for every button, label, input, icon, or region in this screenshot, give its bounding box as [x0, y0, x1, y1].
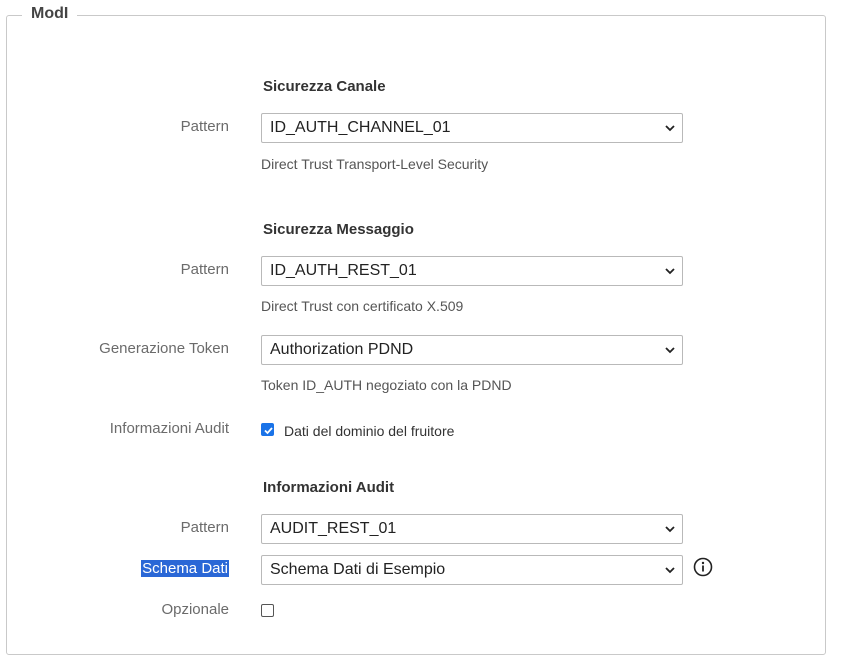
audit-info-label: Informazioni Audit [109, 420, 229, 437]
message-pattern-select[interactable]: ID_AUTH_REST_01 [261, 256, 683, 286]
section-title-message: Sicurezza Messaggio [263, 221, 414, 238]
token-generation-help: Token ID_AUTH negoziato con la PDND [261, 377, 512, 393]
audit-data-checkbox[interactable] [261, 423, 274, 436]
optional-label: Opzionale [161, 601, 229, 618]
chevron-down-icon [665, 526, 675, 533]
schema-data-select[interactable]: Schema Dati di Esempio [261, 555, 683, 585]
token-generation-select[interactable]: Authorization PDND [261, 335, 683, 365]
chevron-down-icon [665, 268, 675, 275]
info-circle-icon[interactable] [693, 557, 713, 577]
section-title-channel: Sicurezza Canale [263, 78, 386, 95]
audit-pattern-value: AUDIT_REST_01 [270, 520, 397, 537]
message-pattern-help: Direct Trust con certificato X.509 [261, 298, 464, 314]
schema-data-label: Schema Dati [141, 560, 229, 577]
message-pattern-value: ID_AUTH_REST_01 [270, 262, 417, 279]
chevron-down-icon [665, 125, 675, 132]
channel-pattern-select[interactable]: ID_AUTH_CHANNEL_01 [261, 113, 683, 143]
audit-pattern-select[interactable]: AUDIT_REST_01 [261, 514, 683, 544]
channel-pattern-label: Pattern [180, 118, 229, 135]
schema-data-value: Schema Dati di Esempio [270, 561, 446, 578]
fieldset-legend: ModI [22, 5, 78, 23]
optional-checkbox[interactable] [261, 604, 274, 617]
token-generation-value: Authorization PDND [270, 341, 414, 358]
chevron-down-icon [665, 347, 675, 354]
message-pattern-label: Pattern [180, 261, 229, 278]
audit-pattern-label: Pattern [180, 519, 229, 536]
channel-pattern-help: Direct Trust Transport-Level Security [261, 156, 489, 172]
check-icon [264, 427, 273, 435]
token-generation-label: Generazione Token [99, 340, 229, 357]
section-title-audit: Informazioni Audit [263, 479, 395, 496]
channel-pattern-value: ID_AUTH_CHANNEL_01 [270, 119, 451, 136]
chevron-down-icon [665, 567, 675, 574]
audit-data-checkbox-label: Dati del dominio del fruitore [284, 423, 455, 439]
